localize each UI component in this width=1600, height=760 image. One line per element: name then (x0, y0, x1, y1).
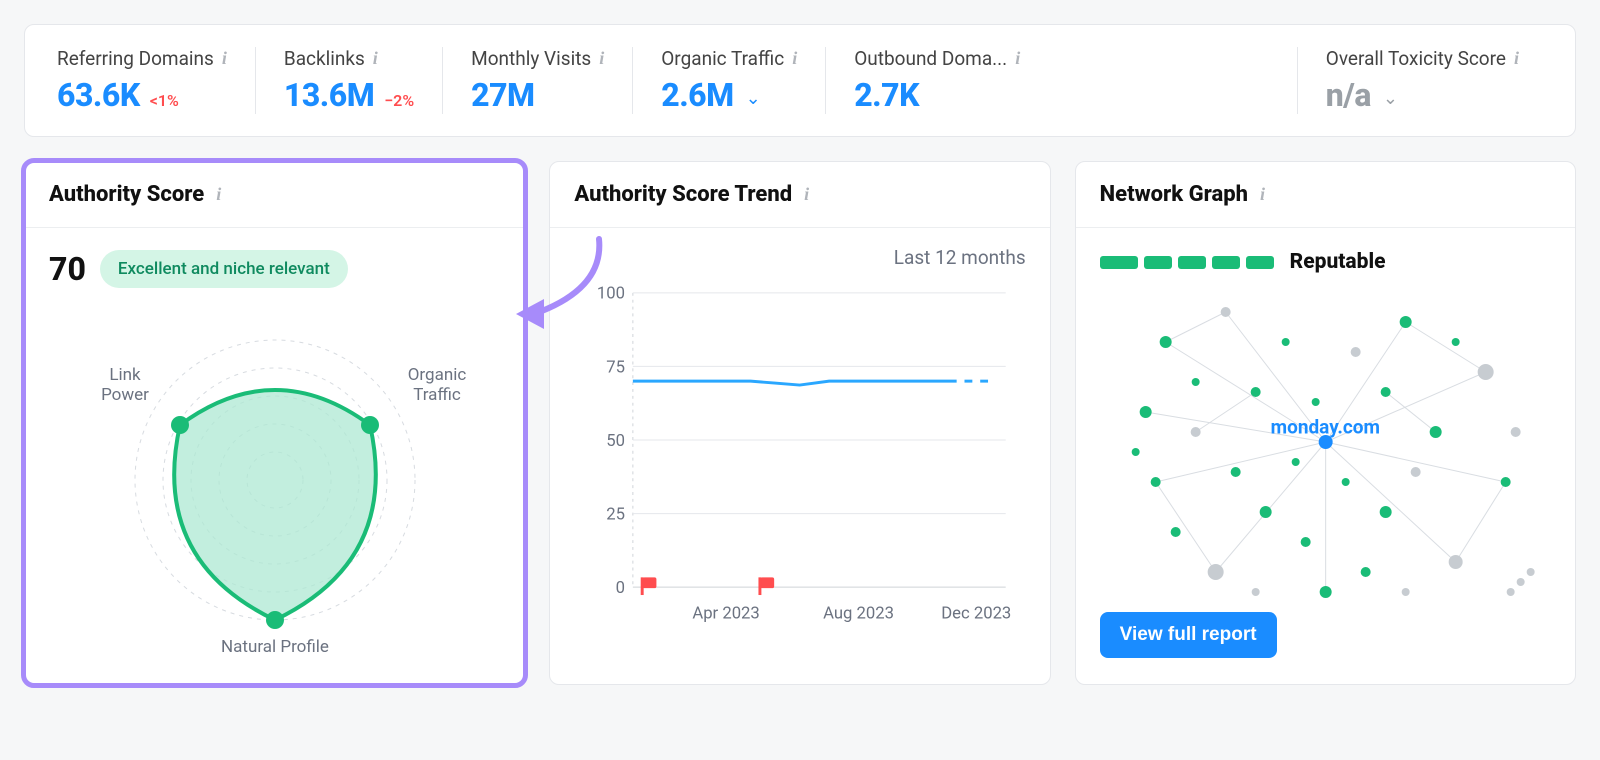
metric-value: 13.6M (284, 76, 374, 114)
reputation-bar (1100, 256, 1274, 269)
metric-label: Monthly Visits (471, 47, 591, 70)
authority-trend-chart: 100 75 50 25 0 Apr 2023 Aug 2023 Dec 202… (574, 250, 1025, 630)
metric-value: 2.6M (661, 76, 733, 114)
svg-text:Apr 2023: Apr 2023 (693, 605, 760, 624)
view-full-report-button[interactable]: View full report (1100, 612, 1277, 658)
info-icon[interactable]: i (599, 48, 604, 69)
metric-delta: <1% (150, 91, 179, 110)
metric-label: Overall Toxicity Score (1326, 47, 1506, 70)
authority-radar-chart: LinkPower OrganicTraffic Natural Profile (49, 300, 500, 660)
info-icon[interactable]: i (1260, 184, 1265, 205)
metric-label: Outbound Doma... (854, 47, 1007, 70)
info-icon[interactable]: i (1514, 48, 1519, 69)
network-center-label: monday.com (1271, 416, 1380, 439)
card-title: Authority Score Trend (574, 182, 792, 207)
metric-label: Organic Traffic (661, 47, 784, 70)
metric-label: Backlinks (284, 47, 365, 70)
metric-value: 27M (471, 76, 534, 114)
info-icon[interactable]: i (373, 48, 378, 69)
metric-value: n/a (1326, 76, 1371, 114)
card-network-graph: Network Graph i Reputable (1075, 161, 1576, 685)
radar-axis-link-power: LinkPower (101, 365, 149, 405)
metric-backlinks: Backlinks i 13.6M −2% (255, 47, 442, 114)
info-icon[interactable]: i (1015, 48, 1020, 69)
reputation-label: Reputable (1290, 250, 1386, 274)
metric-delta: −2% (384, 91, 414, 110)
svg-text:50: 50 (607, 432, 626, 451)
metrics-bar: Referring Domains i 63.6K <1% Backlinks … (24, 24, 1576, 137)
flag-icon (759, 577, 775, 595)
metric-organic-traffic[interactable]: Organic Traffic i 2.6M ⌄ (632, 47, 825, 114)
network-graph-visual[interactable]: monday.com (1100, 282, 1551, 612)
authority-score-value: 70 (49, 250, 86, 288)
svg-text:Aug 2023: Aug 2023 (823, 605, 894, 624)
card-title: Network Graph (1100, 182, 1248, 207)
svg-text:Dec 2023: Dec 2023 (942, 605, 1012, 624)
metric-value: 2.7K (854, 76, 919, 114)
metric-referring-domains: Referring Domains i 63.6K <1% (53, 47, 255, 114)
metric-monthly-visits: Monthly Visits i 27M (442, 47, 632, 114)
metric-toxicity-score[interactable]: Overall Toxicity Score i n/a ⌄ (1297, 47, 1547, 114)
card-authority-trend: Authority Score Trend i Last 12 months 1… (549, 161, 1050, 685)
radar-axis-natural-profile: Natural Profile (221, 637, 329, 657)
info-icon[interactable]: i (222, 48, 227, 69)
info-icon[interactable]: i (792, 48, 797, 69)
flag-icon (641, 577, 657, 595)
chevron-down-icon[interactable]: ⌄ (1383, 88, 1398, 109)
card-authority-score: Authority Score i 70 Excellent and niche… (24, 161, 525, 685)
svg-text:25: 25 (607, 505, 626, 524)
card-row: Authority Score i 70 Excellent and niche… (24, 161, 1576, 685)
svg-text:0: 0 (616, 579, 625, 598)
authority-score-badge: Excellent and niche relevant (100, 250, 348, 288)
chevron-down-icon[interactable]: ⌄ (746, 88, 761, 109)
trend-range-label: Last 12 months (894, 246, 1026, 269)
svg-text:75: 75 (607, 358, 626, 377)
metric-label: Referring Domains (57, 47, 214, 70)
svg-text:100: 100 (597, 285, 625, 304)
metric-outbound-domains: Outbound Doma... i 2.7K (825, 47, 1048, 114)
info-icon[interactable]: i (216, 184, 221, 205)
metric-value: 63.6K (57, 76, 140, 114)
info-icon[interactable]: i (804, 184, 809, 205)
radar-axis-organic-traffic: OrganicTraffic (407, 365, 466, 405)
card-title: Authority Score (49, 182, 204, 207)
